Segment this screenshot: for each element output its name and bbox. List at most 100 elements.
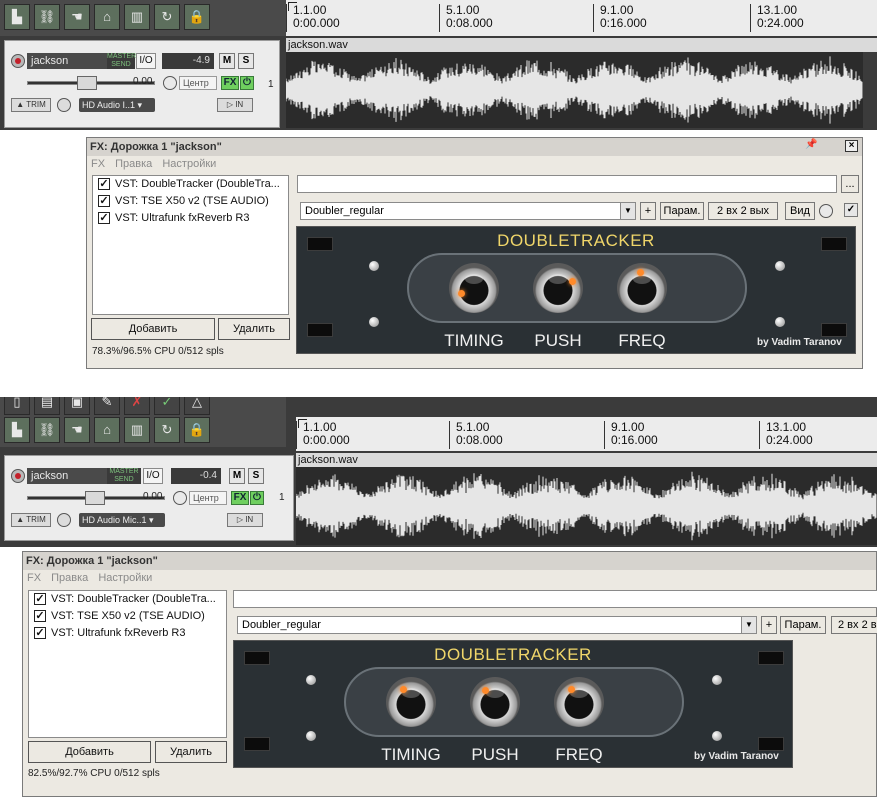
phase-invert-icon[interactable]: [57, 513, 71, 527]
enable-checkbox[interactable]: ✓: [34, 593, 46, 605]
master-send-indicator[interactable]: MASTER SEND: [107, 468, 141, 484]
record-arm-button[interactable]: [11, 469, 25, 483]
menu-fx[interactable]: FX: [91, 158, 105, 170]
fx-button[interactable]: FX: [221, 76, 239, 90]
solo-button[interactable]: S: [238, 53, 254, 69]
remove-fx-button[interactable]: Удалить: [155, 741, 227, 763]
undo-icon[interactable]: ✗: [124, 397, 150, 415]
fx-chain-item[interactable]: ✓ VST: TSE X50 v2 (TSE AUDIO): [93, 193, 288, 210]
trim-button[interactable]: ▲ TRIM: [11, 98, 51, 112]
timeline-ruler[interactable]: 1.1.00 0:00.000 5.1.00 0:08.000 9.1.00 0:16…: [296, 417, 877, 451]
fx-window-title[interactable]: FX: Дорожка 1 "jackson": [87, 138, 862, 156]
enable-checkbox[interactable]: ✓: [98, 212, 110, 224]
menu-edit[interactable]: Правка: [115, 158, 152, 170]
freq-knob[interactable]: [617, 263, 667, 313]
record-arm-button[interactable]: [11, 54, 25, 68]
redo-icon[interactable]: ✓: [154, 397, 180, 415]
volume-fader-handle[interactable]: [85, 491, 105, 505]
grid-lines-icon[interactable]: ▥: [124, 417, 150, 443]
pin-icon[interactable]: 📌: [805, 140, 818, 152]
menu-fx[interactable]: FX: [27, 572, 41, 584]
hand-icon[interactable]: ☚: [64, 417, 90, 443]
lock-icon[interactable]: 🔒: [184, 417, 210, 443]
waveform[interactable]: [295, 467, 877, 545]
fx-button[interactable]: FX: [231, 491, 249, 505]
params-button[interactable]: Парам.: [660, 202, 704, 220]
trim-button[interactable]: ▲ TRIM: [11, 513, 51, 527]
input-monitor-icon[interactable]: ▷ IN: [227, 513, 263, 527]
input-select[interactable]: HD Audio I..1 ▾: [79, 98, 155, 112]
add-fx-button[interactable]: Добавить: [91, 318, 215, 340]
pan-knob[interactable]: [163, 76, 177, 90]
fx-chain-item[interactable]: ✓ VST: TSE X50 v2 (TSE AUDIO): [29, 608, 226, 625]
mute-button[interactable]: M: [229, 468, 245, 484]
fx-bypass-icon[interactable]: ⏻: [250, 491, 264, 505]
grid-snap-icon[interactable]: ▙: [4, 417, 30, 443]
volume-fader-handle[interactable]: [77, 76, 97, 90]
menu-settings[interactable]: Настройки: [98, 572, 152, 584]
fx-chain-item[interactable]: ✓ VST: Ultrafunk fxReverb R3: [93, 210, 288, 227]
ripple-edit-icon[interactable]: ⛓: [34, 4, 60, 30]
add-preset-button[interactable]: +: [761, 616, 777, 634]
fx-name-field[interactable]: [297, 175, 837, 193]
settings-icon[interactable]: ✎: [94, 397, 120, 415]
menu-settings[interactable]: Настройки: [162, 158, 216, 170]
ellipsis-button[interactable]: ...: [841, 175, 859, 193]
mute-button[interactable]: M: [219, 53, 235, 69]
enable-checkbox[interactable]: ✓: [98, 195, 110, 207]
enable-checkbox[interactable]: ✓: [34, 627, 46, 639]
fx-chain-item[interactable]: ✓ VST: DoubleTracker (DoubleTra...: [93, 176, 288, 193]
add-fx-button[interactable]: Добавить: [28, 741, 151, 763]
menu-edit[interactable]: Правка: [51, 572, 88, 584]
envelope-icon[interactable]: ⌂: [94, 417, 120, 443]
fx-bypass-icon[interactable]: ⏻: [240, 76, 254, 90]
preset-select[interactable]: Doubler_regular ▼: [237, 616, 757, 634]
track-name[interactable]: jackson: [27, 468, 107, 484]
loop-icon[interactable]: ↻: [154, 4, 180, 30]
input-select[interactable]: HD Audio Mic..1 ▾: [79, 513, 165, 527]
enable-checkbox[interactable]: ✓: [34, 610, 46, 622]
media-item-name[interactable]: jackson.wav: [296, 453, 877, 467]
fx-window-title[interactable]: FX: Дорожка 1 "jackson": [23, 552, 876, 570]
grid-snap-icon[interactable]: ▙: [4, 4, 30, 30]
timing-knob[interactable]: [449, 263, 499, 313]
new-file-icon[interactable]: ▯: [4, 397, 30, 415]
preset-select[interactable]: Doubler_regular ▼: [300, 202, 636, 220]
waveform[interactable]: [285, 52, 863, 128]
phase-invert-icon[interactable]: [57, 98, 71, 112]
fx-chain-item[interactable]: ✓ VST: DoubleTracker (DoubleTra...: [29, 591, 226, 608]
wet-knob[interactable]: [819, 204, 833, 218]
metronome-icon[interactable]: △: [184, 397, 210, 415]
enable-checkbox[interactable]: ✓: [98, 178, 110, 190]
io-button[interactable]: I/O: [143, 468, 163, 484]
push-knob[interactable]: [533, 263, 583, 313]
close-icon[interactable]: ×: [845, 140, 858, 152]
timeline-ruler[interactable]: 1.1.00 0:00.000 5.1.00 0:08.000 9.1.00 0:16…: [286, 0, 877, 36]
timing-knob[interactable]: [386, 677, 436, 727]
freq-knob[interactable]: [554, 677, 604, 727]
add-preset-button[interactable]: +: [640, 202, 656, 220]
envelope-icon[interactable]: ⌂: [94, 4, 120, 30]
loop-icon[interactable]: ↻: [154, 417, 180, 443]
grid-lines-icon[interactable]: ▥: [124, 4, 150, 30]
solo-button[interactable]: S: [248, 468, 264, 484]
params-button[interactable]: Парам.: [780, 616, 826, 634]
ripple-edit-icon[interactable]: ⛓: [34, 417, 60, 443]
fx-name-field[interactable]: [233, 590, 877, 608]
media-item-name[interactable]: jackson.wav: [286, 38, 877, 52]
input-monitor-icon[interactable]: ▷ IN: [217, 98, 253, 112]
open-icon[interactable]: ▤: [34, 397, 60, 415]
save-icon[interactable]: ▣: [64, 397, 90, 415]
io-button[interactable]: I/O: [136, 53, 156, 69]
lock-icon[interactable]: 🔒: [184, 4, 210, 30]
io-routing-button[interactable]: 2 вх 2 вых: [708, 202, 778, 220]
master-send-indicator[interactable]: MASTER SEND: [107, 53, 136, 69]
pan-knob[interactable]: [173, 491, 187, 505]
view-button[interactable]: Вид: [785, 202, 815, 220]
fx-chain-list[interactable]: ✓ VST: DoubleTracker (DoubleTra... ✓ VST: …: [28, 590, 227, 738]
fx-chain-list[interactable]: ✓ VST: DoubleTracker (DoubleTra... ✓ VST: …: [92, 175, 289, 315]
push-knob[interactable]: [470, 677, 520, 727]
remove-fx-button[interactable]: Удалить: [218, 318, 290, 340]
bypass-checkbox[interactable]: ✓: [844, 203, 858, 217]
track-name[interactable]: jackson: [27, 53, 107, 69]
